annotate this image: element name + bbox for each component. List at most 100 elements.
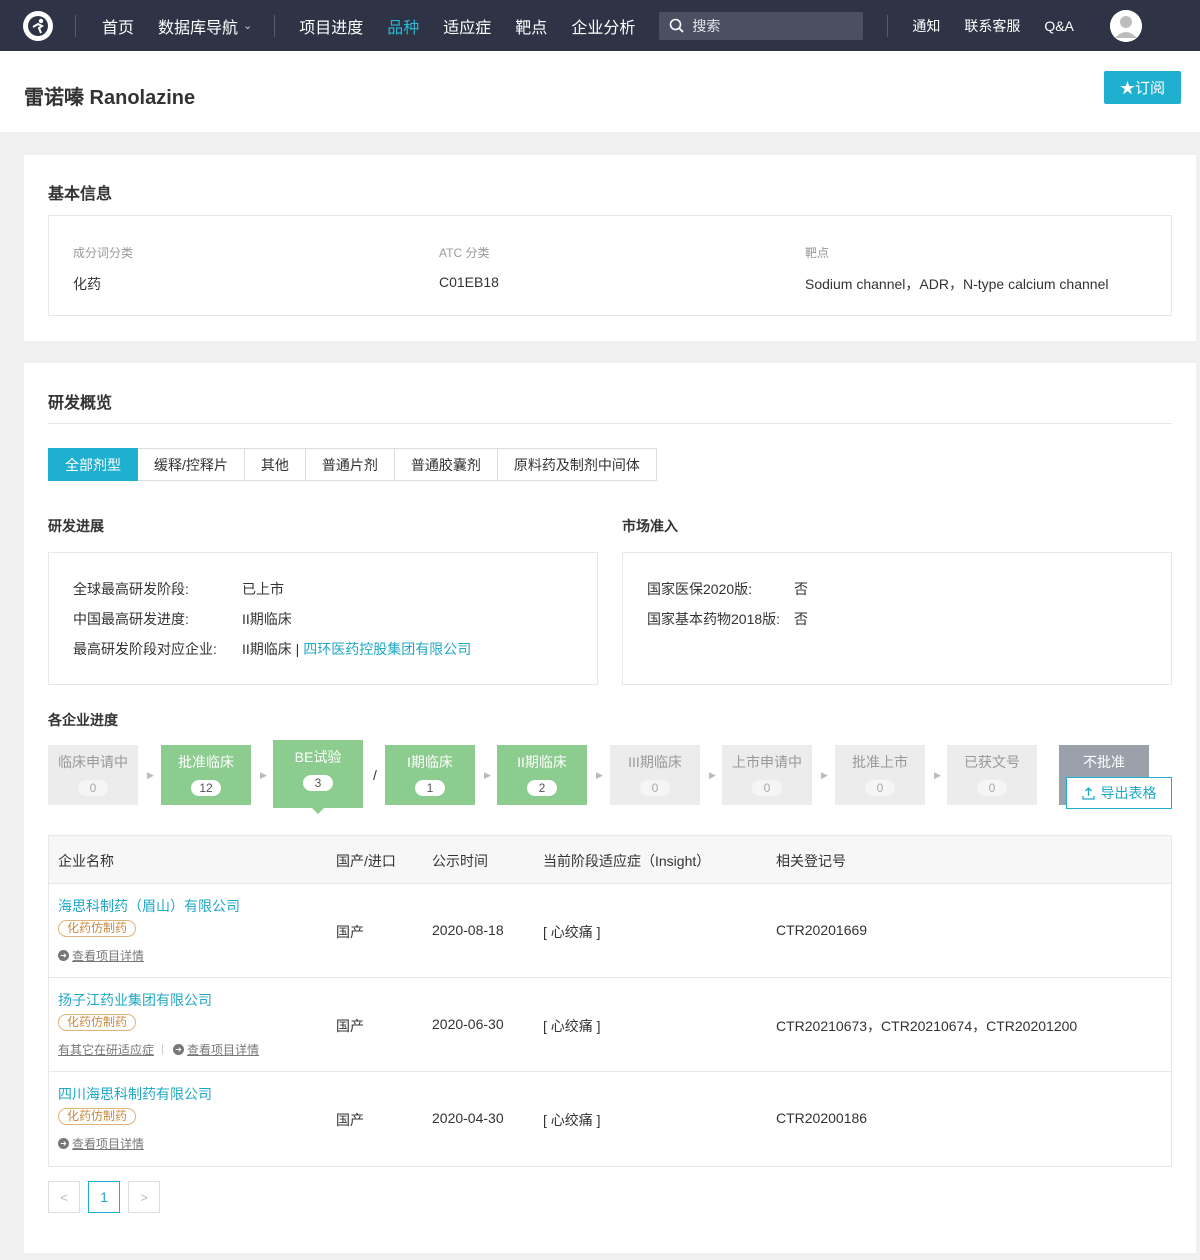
- arrow-circle-icon: ➜: [58, 1138, 69, 1149]
- rd-progress-box: 全球最高研发阶段: 已上市 中国最高研发进度: II期临床 最高研发阶段对应企业…: [48, 552, 598, 685]
- company-name-link[interactable]: 海思科制药（眉山）有限公司: [58, 896, 240, 916]
- search-input[interactable]: [692, 17, 853, 34]
- step-count: 1: [415, 780, 445, 796]
- th-date: 公示时间: [432, 853, 488, 869]
- nav-divider: [887, 14, 889, 37]
- table-header: 企业名称 国产/进口 公示时间 当前阶段适应症（Insight） 相关登记号: [49, 836, 1171, 884]
- table-row: 扬子江药业集团有限公司 化药仿制药 有其它在研适应症 | ➜ 查看项目详情 国产 …: [49, 978, 1171, 1072]
- nav-database[interactable]: 数据库导航 ⌄: [158, 14, 252, 38]
- kv-top-company-stage: II期临床 |: [242, 641, 304, 657]
- overview-title: 研发概览: [48, 395, 113, 412]
- drug-type-tag: 化药仿制药: [58, 1108, 137, 1125]
- arrow-right-icon: ▶: [484, 770, 491, 780]
- step-name: II期临床: [517, 754, 567, 770]
- tab-capsule[interactable]: 普通胶囊剂: [394, 448, 498, 481]
- origin-cell: 国产: [336, 924, 364, 940]
- step-name: 批准上市: [852, 754, 908, 770]
- th-origin: 国产/进口: [336, 853, 396, 869]
- prev-page-button[interactable]: <: [48, 1181, 80, 1213]
- view-detail-link[interactable]: ➜ 查看项目详情: [173, 1041, 259, 1058]
- th-indication: 当前阶段适应症（Insight）: [543, 853, 711, 869]
- step-phase-3[interactable]: III期临床 0: [610, 745, 700, 805]
- th-registration: 相关登记号: [776, 853, 846, 869]
- kv-nrdl-value: 否: [794, 581, 808, 597]
- info-label: 靶点: [805, 246, 830, 260]
- view-detail-link[interactable]: ➜ 查看项目详情: [58, 1135, 144, 1152]
- view-detail-label: 查看项目详情: [72, 1137, 145, 1151]
- company-name-link[interactable]: 四川海思科制药有限公司: [58, 1084, 212, 1104]
- step-clinical-application[interactable]: 临床申请中 0: [48, 745, 138, 805]
- info-atc: ATC 分类 C01EB18: [439, 244, 499, 290]
- origin-cell: 国产: [336, 1018, 364, 1034]
- search-box[interactable]: [659, 11, 864, 40]
- arrow-circle-icon: ➜: [58, 950, 69, 961]
- step-count: 0: [977, 780, 1007, 796]
- indication-link[interactable]: [ 心绞痛 ]: [543, 1016, 601, 1036]
- kv-essential-drug-key: 国家基本药物2018版:: [647, 611, 781, 627]
- nav-notifications[interactable]: 通知: [912, 16, 940, 36]
- registration-link[interactable]: CTR20201669: [776, 922, 867, 938]
- company-table: 企业名称 国产/进口 公示时间 当前阶段适应症（Insight） 相关登记号 海…: [48, 835, 1172, 1167]
- next-page-button[interactable]: >: [128, 1181, 160, 1213]
- tab-api[interactable]: 原料药及制剂中间体: [497, 448, 657, 481]
- step-name: BE试验: [294, 749, 342, 765]
- nav-qa[interactable]: Q&A: [1044, 18, 1074, 34]
- upload-icon: [1081, 786, 1095, 800]
- nav-company-analysis[interactable]: 企业分析: [571, 14, 635, 38]
- drug-type-tag: 化药仿制药: [58, 1014, 137, 1031]
- subscribe-button[interactable]: ★订阅: [1104, 71, 1181, 104]
- export-label: 导出表格: [1100, 785, 1157, 801]
- step-clinical-approved[interactable]: 批准临床 12: [161, 745, 251, 805]
- chevron-down-icon: ⌄: [243, 20, 253, 32]
- arrow-right-icon: ▶: [147, 770, 154, 780]
- step-market-application[interactable]: 上市申请中 0: [722, 745, 812, 805]
- nav-contact-support[interactable]: 联系客服: [964, 16, 1020, 36]
- basic-info-card: 基本信息 成分词分类 化药 ATC 分类 C01EB18 靶点 Sodium c…: [24, 155, 1196, 341]
- basic-info-box: 成分词分类 化药 ATC 分类 C01EB18 靶点 Sodium channe…: [48, 215, 1172, 316]
- step-name: 临床申请中: [58, 754, 128, 770]
- indication-link[interactable]: [ 心绞痛 ]: [543, 1110, 601, 1130]
- arrow-right-icon: ▶: [821, 770, 828, 780]
- indication-link[interactable]: [ 心绞痛 ]: [543, 922, 601, 942]
- nav-home[interactable]: 首页: [102, 14, 134, 38]
- step-market-approved[interactable]: 批准上市 0: [835, 745, 925, 805]
- step-count: 0: [640, 780, 670, 796]
- date-cell: 2020-04-30: [432, 1110, 504, 1126]
- th-company: 企业名称: [58, 853, 114, 869]
- tab-all[interactable]: 全部剂型: [48, 448, 138, 481]
- basic-info-title: 基本信息: [48, 186, 113, 203]
- step-count: 0: [865, 780, 895, 796]
- company-name-link[interactable]: 扬子江药业集团有限公司: [58, 990, 212, 1010]
- export-table-button[interactable]: 导出表格: [1066, 777, 1172, 809]
- step-phase-2[interactable]: II期临床 2: [497, 745, 587, 805]
- nav-targets[interactable]: 靶点: [515, 14, 547, 38]
- step-license-obtained[interactable]: 已获文号 0: [947, 745, 1037, 805]
- dosage-tabs: 全部剂型 缓释/控释片 其他 普通片剂 普通胶囊剂 原料药及制剂中间体: [48, 448, 657, 481]
- divider: |: [161, 1041, 165, 1055]
- other-indications-link[interactable]: 有其它在研适应症: [58, 1041, 154, 1058]
- step-name: 已获文号: [964, 754, 1020, 770]
- divider: [48, 423, 1172, 424]
- page-button-1[interactable]: 1: [88, 1181, 120, 1213]
- avatar[interactable]: [1109, 9, 1142, 42]
- kv-essential-drug-value: 否: [794, 611, 808, 627]
- nav-varieties[interactable]: 品种: [387, 14, 419, 38]
- nav-project-progress[interactable]: 项目进度: [299, 14, 363, 38]
- nav-indications[interactable]: 适应症: [443, 14, 491, 38]
- tab-tablet[interactable]: 普通片剂: [305, 448, 395, 481]
- step-phase-1[interactable]: I期临床 1: [385, 745, 475, 805]
- registration-link[interactable]: CTR20210673，CTR20210674，CTR20201200: [776, 1016, 1077, 1036]
- company-link[interactable]: 四环医药控股集团有限公司: [303, 641, 471, 657]
- kv-nrdl-key: 国家医保2020版:: [647, 581, 753, 597]
- registration-link[interactable]: CTR20200186: [776, 1110, 867, 1126]
- view-detail-link[interactable]: ➜ 查看项目详情: [58, 947, 144, 964]
- market-access-title: 市场准入: [622, 518, 678, 534]
- logo-icon[interactable]: [23, 10, 53, 41]
- step-be-trial[interactable]: BE试验 3: [273, 740, 363, 814]
- progress-steps: 临床申请中 0 ▶ 批准临床 12 ▶ BE试验 3 / I期临床 1 ▶ II期临床 2…: [48, 740, 1172, 825]
- tab-other[interactable]: 其他: [244, 448, 306, 481]
- other-indications-label: 有其它在研适应症: [58, 1043, 155, 1057]
- tab-sustained-release[interactable]: 缓释/控释片: [138, 448, 245, 481]
- page-header: 雷诺嗪 Ranolazine ★订阅: [0, 51, 1200, 132]
- arrow-circle-icon: ➜: [173, 1044, 184, 1055]
